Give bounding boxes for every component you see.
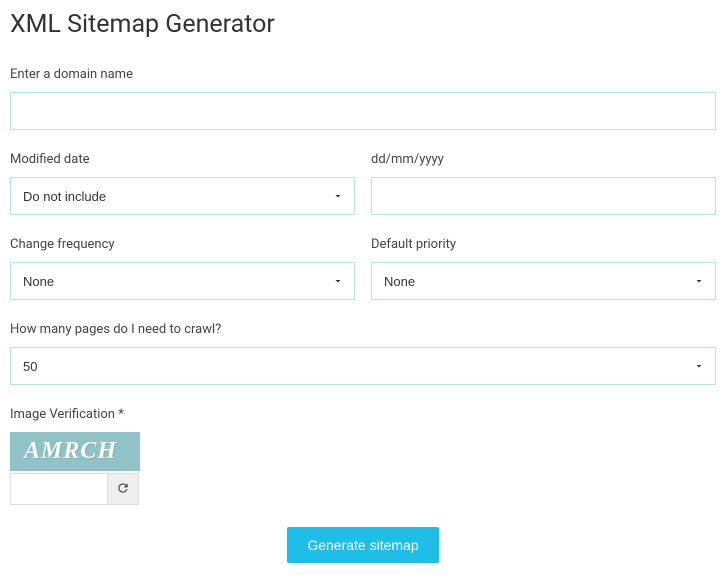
generate-sitemap-button[interactable]: Generate sitemap: [287, 527, 438, 563]
change-frequency-select[interactable]: None: [10, 262, 355, 300]
default-priority-label: Default priority: [371, 237, 716, 252]
modified-date-label: Modified date: [10, 152, 355, 167]
captcha-refresh-button[interactable]: [107, 473, 139, 505]
date-input[interactable]: [371, 177, 716, 215]
modified-date-select[interactable]: Do not include: [10, 177, 355, 215]
captcha-image: AMRCH: [10, 432, 140, 471]
page-title: XML Sitemap Generator: [10, 10, 716, 39]
default-priority-select[interactable]: None: [371, 262, 716, 300]
domain-label: Enter a domain name: [10, 67, 716, 82]
pages-label: How many pages do I need to crawl?: [10, 322, 716, 337]
change-frequency-label: Change frequency: [10, 237, 355, 252]
domain-input[interactable]: [10, 92, 716, 130]
refresh-icon: [116, 481, 130, 498]
pages-select[interactable]: 50: [10, 347, 716, 385]
captcha-label: Image Verification *: [10, 407, 716, 422]
date-format-label: dd/mm/yyyy: [371, 152, 716, 167]
captcha-input[interactable]: [10, 473, 108, 505]
